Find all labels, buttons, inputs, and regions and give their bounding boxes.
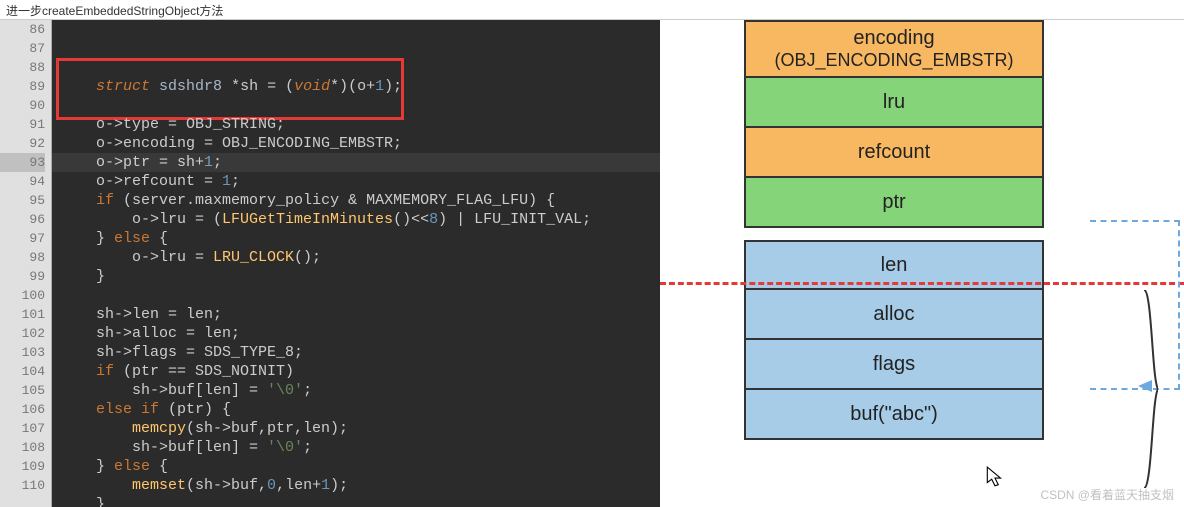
code-line[interactable]: o->encoding = OBJ_ENCODING_EMBSTR; bbox=[60, 134, 660, 153]
code-line[interactable]: } else { bbox=[60, 229, 660, 248]
watermark-text: CSDN @看着蓝天抽支烟 bbox=[1040, 488, 1174, 502]
memory-stack: encoding(OBJ_ENCODING_EMBSTR)lru refcount… bbox=[744, 20, 1044, 440]
line-number: 91 bbox=[0, 115, 45, 134]
divider-line bbox=[660, 282, 1184, 285]
memory-block-ptr: ptr bbox=[744, 178, 1044, 228]
watermark: CSDN @看着蓝天抽支烟 bbox=[1040, 486, 1174, 503]
dashed-connector-bottom bbox=[1090, 388, 1180, 390]
line-number: 108 bbox=[0, 438, 45, 457]
line-number: 110 bbox=[0, 476, 45, 495]
dashed-connector-v bbox=[1178, 220, 1180, 390]
line-number: 95 bbox=[0, 191, 45, 210]
code-line[interactable]: o->refcount = 1; bbox=[60, 172, 660, 191]
line-number: 93 bbox=[0, 153, 45, 172]
code-line[interactable] bbox=[60, 286, 660, 305]
line-number: 106 bbox=[0, 400, 45, 419]
line-number: 89 bbox=[0, 77, 45, 96]
code-line[interactable]: o->type = OBJ_STRING; bbox=[60, 115, 660, 134]
code-line[interactable]: sh->flags = SDS_TYPE_8; bbox=[60, 343, 660, 362]
code-line[interactable]: o->lru = (LFUGetTimeInMinutes()<<8) | LF… bbox=[60, 210, 660, 229]
memory-diagram: encoding(OBJ_ENCODING_EMBSTR)lru refcount… bbox=[660, 20, 1184, 507]
code-line[interactable]: sh->len = len; bbox=[60, 305, 660, 324]
brace-icon bbox=[1142, 290, 1158, 488]
memory-block-refcount: refcount bbox=[744, 128, 1044, 178]
line-number: 87 bbox=[0, 39, 45, 58]
memory-block-buf: buf("abc") bbox=[744, 390, 1044, 440]
dashed-connector-top bbox=[1090, 220, 1180, 222]
block-label: flags bbox=[873, 353, 915, 376]
line-number: 107 bbox=[0, 419, 45, 438]
code-line[interactable]: } bbox=[60, 495, 660, 507]
line-number: 99 bbox=[0, 267, 45, 286]
code-line[interactable]: sh->buf[len] = '\0'; bbox=[60, 381, 660, 400]
title-text: 进一步createEmbeddedStringObject方法 bbox=[6, 4, 223, 18]
line-number: 86 bbox=[0, 20, 45, 39]
cursor-icon bbox=[986, 466, 1004, 488]
block-label: encoding bbox=[853, 27, 934, 50]
code-line[interactable]: } else { bbox=[60, 457, 660, 476]
block-label: refcount bbox=[858, 141, 930, 164]
line-number: 92 bbox=[0, 134, 45, 153]
line-number: 88 bbox=[0, 58, 45, 77]
current-line-highlight bbox=[52, 153, 660, 172]
code-line[interactable]: o->lru = LRU_CLOCK(); bbox=[60, 248, 660, 267]
code-line[interactable]: sh->alloc = len; bbox=[60, 324, 660, 343]
code-body[interactable]: struct sdshdr8 *sh = (void*)(o+1); o->ty… bbox=[52, 20, 660, 507]
code-line[interactable]: sh->buf[len] = '\0'; bbox=[60, 438, 660, 457]
line-number: 105 bbox=[0, 381, 45, 400]
memory-block-lru: lru bbox=[744, 78, 1044, 128]
code-line[interactable]: struct sdshdr8 *sh = (void*)(o+1); bbox=[60, 77, 660, 96]
main-area: 8687888990919293949596979899100101102103… bbox=[0, 20, 1184, 507]
line-number: 90 bbox=[0, 96, 45, 115]
title-bar: 进一步createEmbeddedStringObject方法 bbox=[0, 0, 1184, 20]
block-label: lru bbox=[883, 91, 905, 114]
line-number: 96 bbox=[0, 210, 45, 229]
block-label: buf("abc") bbox=[850, 403, 938, 426]
line-number: 94 bbox=[0, 172, 45, 191]
line-number-gutter: 8687888990919293949596979899100101102103… bbox=[0, 20, 52, 507]
line-number: 104 bbox=[0, 362, 45, 381]
block-label: alloc bbox=[873, 303, 914, 326]
line-number: 100 bbox=[0, 286, 45, 305]
code-line[interactable]: memcpy(sh->buf,ptr,len); bbox=[60, 419, 660, 438]
code-line[interactable]: } bbox=[60, 267, 660, 286]
line-number: 98 bbox=[0, 248, 45, 267]
line-number: 97 bbox=[0, 229, 45, 248]
memory-block-encoding: encoding(OBJ_ENCODING_EMBSTR) bbox=[744, 20, 1044, 78]
block-label: (OBJ_ENCODING_EMBSTR) bbox=[774, 50, 1013, 71]
line-number: 103 bbox=[0, 343, 45, 362]
memory-block-alloc: alloc bbox=[744, 290, 1044, 340]
line-number: 101 bbox=[0, 305, 45, 324]
code-editor[interactable]: 8687888990919293949596979899100101102103… bbox=[0, 20, 660, 507]
memory-block-flags: flags bbox=[744, 340, 1044, 390]
line-number: 102 bbox=[0, 324, 45, 343]
code-line[interactable]: else if (ptr) { bbox=[60, 400, 660, 419]
code-line[interactable]: if (server.maxmemory_policy & MAXMEMORY_… bbox=[60, 191, 660, 210]
line-number: 109 bbox=[0, 457, 45, 476]
code-line[interactable]: if (ptr == SDS_NOINIT) bbox=[60, 362, 660, 381]
block-label: len bbox=[881, 254, 908, 277]
code-line[interactable]: memset(sh->buf,0,len+1); bbox=[60, 476, 660, 495]
code-line[interactable] bbox=[60, 96, 660, 115]
block-label: ptr bbox=[882, 191, 905, 214]
